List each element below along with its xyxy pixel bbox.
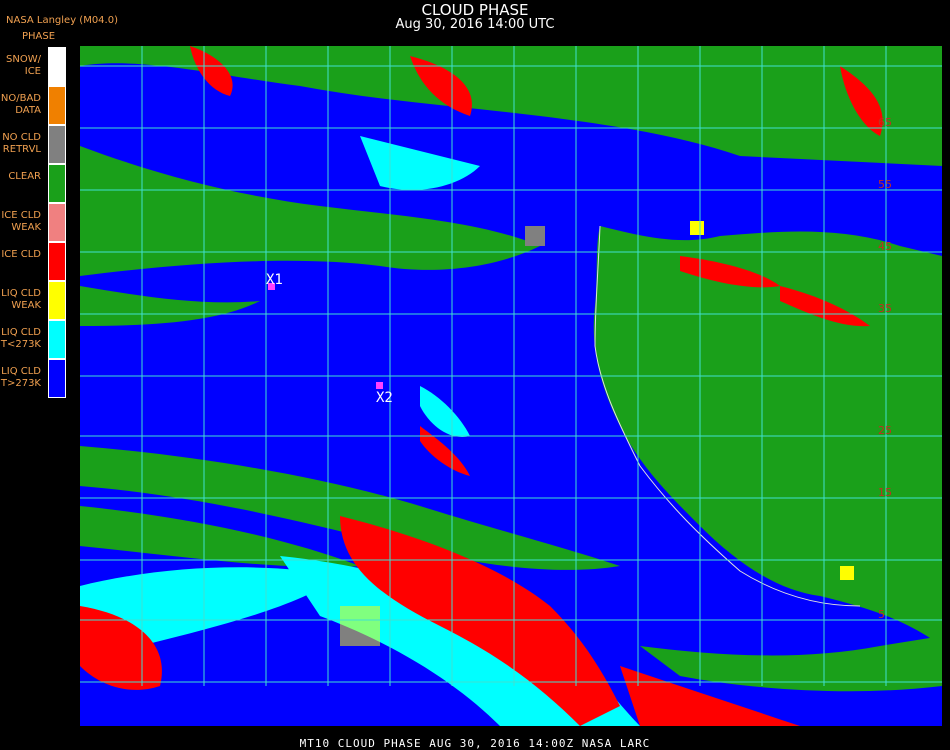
legend-item-liquid-cloud-warm: LIQ CLD T>273K bbox=[0, 359, 66, 398]
legend-label: LIQ CLD WEAK bbox=[1, 288, 41, 311]
grid-latitude-label: 5 bbox=[878, 608, 885, 621]
weak-liquid-cloud-2 bbox=[840, 566, 854, 580]
map-svg: X1 X2 65 55 45 35 25 15 5 bbox=[80, 46, 942, 726]
legend-item-liquid-cloud-weak: LIQ CLD WEAK bbox=[0, 281, 66, 320]
legend-item-ice-cloud: ICE CLD bbox=[0, 242, 66, 281]
marker-x1[interactable]: X1 bbox=[266, 272, 283, 290]
marker-x2-label: X2 bbox=[376, 390, 393, 406]
no-retrieval-patch bbox=[525, 226, 545, 246]
legend-swatch bbox=[48, 164, 66, 203]
grid-latitude-label: 65 bbox=[878, 116, 892, 129]
grid-latitude-label: 15 bbox=[878, 486, 892, 499]
legend-item-ice-cloud-weak: ICE CLD WEAK bbox=[0, 203, 66, 242]
footer-caption: MT10 CLOUD PHASE AUG 30, 2016 14:00Z NAS… bbox=[299, 737, 651, 750]
legend-swatch bbox=[48, 281, 66, 320]
grid-latitude-label: 45 bbox=[878, 240, 892, 253]
cloud-phase-map[interactable]: X1 X2 65 55 45 35 25 15 5 bbox=[80, 46, 942, 726]
grid-latitude-label: 25 bbox=[878, 424, 892, 437]
legend-swatch bbox=[48, 47, 66, 86]
grid-latitude-label: 55 bbox=[878, 178, 892, 191]
legend-item-snow-ice: SNOW/ ICE bbox=[0, 47, 66, 86]
grid-latitude-label: 35 bbox=[878, 302, 892, 315]
legend-title: PHASE bbox=[22, 31, 56, 42]
weak-liquid-cloud-1 bbox=[690, 221, 704, 235]
legend-swatch bbox=[48, 203, 66, 242]
legend-item-clear: CLEAR bbox=[0, 164, 66, 203]
legend-label: ICE CLD WEAK bbox=[1, 210, 41, 233]
producer-label: NASA Langley (M04.0) bbox=[6, 15, 118, 26]
weak-liquid-cloud-patch bbox=[340, 606, 380, 646]
legend-label: ICE CLD bbox=[1, 249, 41, 260]
map-timestamp: Aug 30, 2016 14:00 UTC bbox=[395, 17, 555, 32]
legend-item-no-bad-data: NO/BAD DATA bbox=[0, 86, 66, 125]
legend-swatch bbox=[48, 320, 66, 359]
legend-swatch bbox=[48, 86, 66, 125]
legend-item-liquid-cloud-cold: LIQ CLD T<273K bbox=[0, 320, 66, 359]
legend-label: NO CLD RETRVL bbox=[2, 132, 41, 155]
legend-swatch bbox=[48, 125, 66, 164]
legend-swatch bbox=[48, 242, 66, 281]
map-title: CLOUD PHASE bbox=[421, 1, 529, 19]
legend-label: NO/BAD DATA bbox=[0, 93, 41, 116]
marker-x2-point bbox=[376, 382, 383, 389]
legend-label: LIQ CLD T>273K bbox=[0, 366, 41, 389]
marker-x1-label: X1 bbox=[266, 272, 283, 288]
legend-swatch bbox=[48, 359, 66, 398]
legend-item-no-cloud-retrieval: NO CLD RETRVL bbox=[0, 125, 66, 164]
legend-label: SNOW/ ICE bbox=[6, 54, 41, 77]
legend-label: CLEAR bbox=[8, 171, 41, 182]
legend-label: LIQ CLD T<273K bbox=[0, 327, 41, 350]
